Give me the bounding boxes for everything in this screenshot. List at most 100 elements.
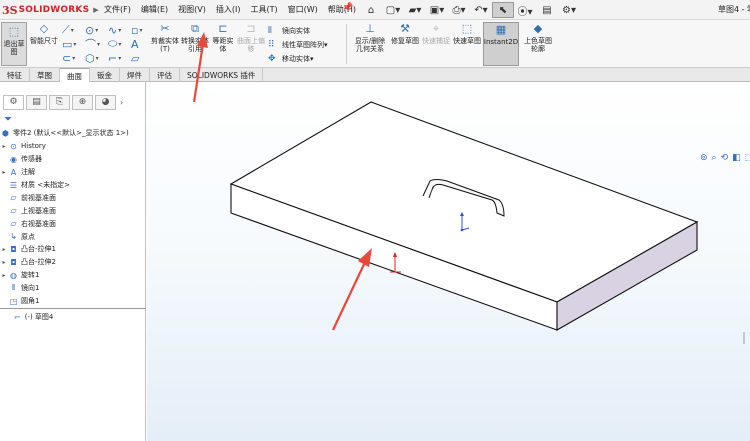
- tree-item-right-plane[interactable]: ▱ 右视基准面: [0, 217, 146, 230]
- exit-sketch-button[interactable]: ⬚ 退出草图: [1, 22, 27, 66]
- model-view[interactable]: [147, 82, 750, 441]
- tree-item-fillet1[interactable]: ◳ 圆角1: [0, 295, 146, 308]
- fillet-sketch-icon[interactable]: ⌐ ▾: [108, 51, 131, 65]
- expand-arrow-icon[interactable]: ▸: [0, 143, 8, 150]
- tab-weldments[interactable]: 焊件: [120, 68, 150, 82]
- expand-arrow-icon[interactable]: ▸: [0, 246, 8, 253]
- tree-item-active-sketch[interactable]: ⌐ (-) 草图4: [14, 312, 53, 322]
- menu-window[interactable]: 窗口(W): [288, 4, 318, 15]
- filter-icon[interactable]: ⏷: [4, 114, 12, 125]
- material-icon: ☰: [9, 180, 18, 190]
- chevron-right-icon[interactable]: ▶: [93, 6, 98, 14]
- rapid-sketch-button[interactable]: ⬚ 快速草图: [452, 22, 482, 45]
- tree-item-origin[interactable]: ↳ 原点: [0, 230, 146, 243]
- tree-item-boss-extrude1[interactable]: ▸ ◘ 凸台-拉伸1: [0, 243, 146, 256]
- chevron-down-icon[interactable]: ▾: [324, 38, 328, 52]
- rectangle-icon[interactable]: ▭ ▾: [62, 37, 85, 51]
- graphics-area[interactable]: ⊚ ⌕ ⟲ ◧ ⬚ ◫: [147, 82, 750, 441]
- line-icon[interactable]: ⟋ ▾: [62, 23, 85, 37]
- feature-tree-tab-icon[interactable]: ⚙: [3, 94, 24, 110]
- configuration-manager-tab-icon[interactable]: ⎘: [49, 94, 70, 110]
- zoom-to-fit-icon[interactable]: ⊚: [700, 153, 708, 163]
- dimxpert-tab-icon[interactable]: ⊕: [72, 94, 93, 110]
- menu-file[interactable]: 文件(F): [104, 4, 131, 15]
- rollback-bar[interactable]: [0, 308, 146, 309]
- mirror-pattern-group: ⫴ 镜向实体 ⠿ 线性草图阵列 ▾ ✥ 移动实体 ▾: [268, 24, 328, 66]
- linear-pattern-button[interactable]: ⠿ 线性草图阵列 ▾: [268, 38, 328, 52]
- mirror-entities-button[interactable]: ⫴ 镜向实体: [268, 24, 328, 38]
- smart-dimension-button[interactable]: ◇ 智能尺寸: [30, 22, 58, 45]
- tree-item-annotations[interactable]: ▸ A 注解: [0, 166, 146, 179]
- instant2d-button[interactable]: ▦ Instant2D: [483, 22, 519, 66]
- trim-entities-button[interactable]: ✂ 剪裁实体(T): [150, 22, 180, 53]
- expand-arrow-icon[interactable]: ▸: [0, 169, 8, 176]
- tab-evaluate[interactable]: 评估: [150, 68, 180, 82]
- tab-sheet-metal[interactable]: 钣金: [90, 68, 120, 82]
- offset-icon: ⊏: [218, 22, 228, 35]
- tree-item-label: 传感器: [21, 155, 42, 164]
- shaded-sketch-contours-button[interactable]: ◆ 上色草图轮廓: [522, 22, 554, 53]
- tree-item-sensors[interactable]: ◉ 传感器: [0, 153, 146, 166]
- tree-root-part[interactable]: ⬢ 零件2 (默认<<默认>_显示状态 1>): [0, 127, 146, 140]
- repair-sketch-button[interactable]: ⚒ 修复草图: [390, 22, 420, 45]
- quick-snaps-button[interactable]: ⌖ 快速捕捉: [422, 22, 450, 45]
- plane-sketch-icon[interactable]: ▱: [131, 51, 154, 65]
- tree-item-label: History: [21, 142, 46, 151]
- traffic-light-icon[interactable]: ⦿▾: [514, 2, 536, 18]
- tree-item-label: 原点: [21, 232, 35, 241]
- section-view-icon[interactable]: ◧: [732, 153, 741, 163]
- tab-surfaces[interactable]: 曲面: [60, 68, 90, 82]
- polygon-icon[interactable]: ⬡ ▾: [85, 51, 108, 65]
- tree-item-history[interactable]: ▸ ⊙ History: [0, 140, 146, 153]
- print-icon[interactable]: ⎙▾: [448, 2, 470, 18]
- solidworks-logo[interactable]: 3S SOLIDWORKS ▶: [2, 2, 99, 18]
- options-gear-icon[interactable]: ⚙▾: [558, 2, 580, 18]
- menu-view[interactable]: 视图(V): [178, 4, 206, 15]
- expand-arrow-icon[interactable]: ▸: [0, 259, 8, 266]
- property-manager-tab-icon[interactable]: ▤: [26, 94, 47, 110]
- feature-tree: ⬢ 零件2 (默认<<默认>_显示状态 1>) ▸ ⊙ History ◉ 传感器 ▸…: [0, 127, 146, 307]
- previous-view-icon[interactable]: ⟲: [721, 153, 729, 163]
- ellipse-icon[interactable]: ⬭ ▾: [108, 37, 131, 51]
- open-folder-icon[interactable]: ▰▾: [404, 2, 426, 18]
- display-manager-tab-icon[interactable]: ◕: [95, 94, 116, 110]
- tree-item-top-plane[interactable]: ▱ 上视基准面: [0, 204, 146, 217]
- undo-icon[interactable]: ↶▾: [470, 2, 492, 18]
- offset-on-surface-button[interactable]: ⊐ 曲面上偏移: [237, 22, 265, 53]
- annotation-icon: A: [10, 167, 17, 177]
- view-orientation-icon[interactable]: ⬚: [745, 153, 750, 163]
- new-document-icon[interactable]: ▢▾: [382, 2, 404, 18]
- spline-icon[interactable]: ∿ ▾: [108, 23, 131, 37]
- sketch-entity-tools: ⟋ ▾ ⊙ ▾ ∿ ▾ ▫ ▾ ▭ ▾ ⌒ ▾ ⬭ ▾ A ⊂ ▾ ⬡ ▾ ⌐ ▾ ▱: [62, 23, 154, 65]
- tab-features[interactable]: 特征: [0, 68, 30, 82]
- mirror-label: 镜向实体: [282, 27, 310, 35]
- tree-item-boss-extrude2[interactable]: ▸ ◘ 凸台-拉伸2: [0, 256, 146, 269]
- part-icon: ⬢: [2, 128, 9, 138]
- arc-icon[interactable]: ⌒ ▾: [85, 37, 108, 51]
- tree-item-label: 凸台-拉伸1: [21, 245, 56, 254]
- menu-edit[interactable]: 编辑(E): [141, 4, 168, 15]
- slot-icon[interactable]: ⊂ ▾: [62, 51, 85, 65]
- circle-icon[interactable]: ⊙ ▾: [85, 23, 108, 37]
- tree-item-front-plane[interactable]: ▱ 前视基准面: [0, 191, 146, 204]
- mirror-icon: ⫴: [268, 26, 272, 36]
- menu-tools[interactable]: 工具(T): [250, 4, 277, 15]
- tree-item-material[interactable]: ☰ 材质 <未指定>: [0, 179, 146, 192]
- tab-sketch[interactable]: 草图: [30, 68, 60, 82]
- tree-item-mirror1[interactable]: ⫴ 镜向1: [0, 282, 146, 295]
- select-pointer-icon[interactable]: ⬉: [492, 2, 514, 18]
- fillet-icon: ◳: [9, 296, 18, 306]
- linear-pattern-icon: ⠿: [268, 40, 275, 50]
- show-relations-button[interactable]: ⊥ 显示/删除几何关系: [352, 22, 388, 53]
- expand-arrow-icon[interactable]: ▸: [0, 272, 8, 279]
- menu-insert[interactable]: 插入(I): [216, 4, 241, 15]
- save-icon[interactable]: ▣▾: [426, 2, 448, 18]
- move-entities-button[interactable]: ✥ 移动实体 ▾: [268, 52, 328, 66]
- chevron-down-icon[interactable]: ▾: [310, 52, 314, 66]
- file-properties-icon[interactable]: ▤: [536, 2, 558, 18]
- zoom-area-icon[interactable]: ⌕: [712, 153, 717, 163]
- more-tabs-icon[interactable]: ›: [120, 98, 123, 107]
- home-icon[interactable]: ⌂: [360, 2, 382, 18]
- pin-icon[interactable]: 📌: [342, 3, 353, 13]
- tree-item-revolve1[interactable]: ▸ ◍ 旋转1: [0, 269, 146, 282]
